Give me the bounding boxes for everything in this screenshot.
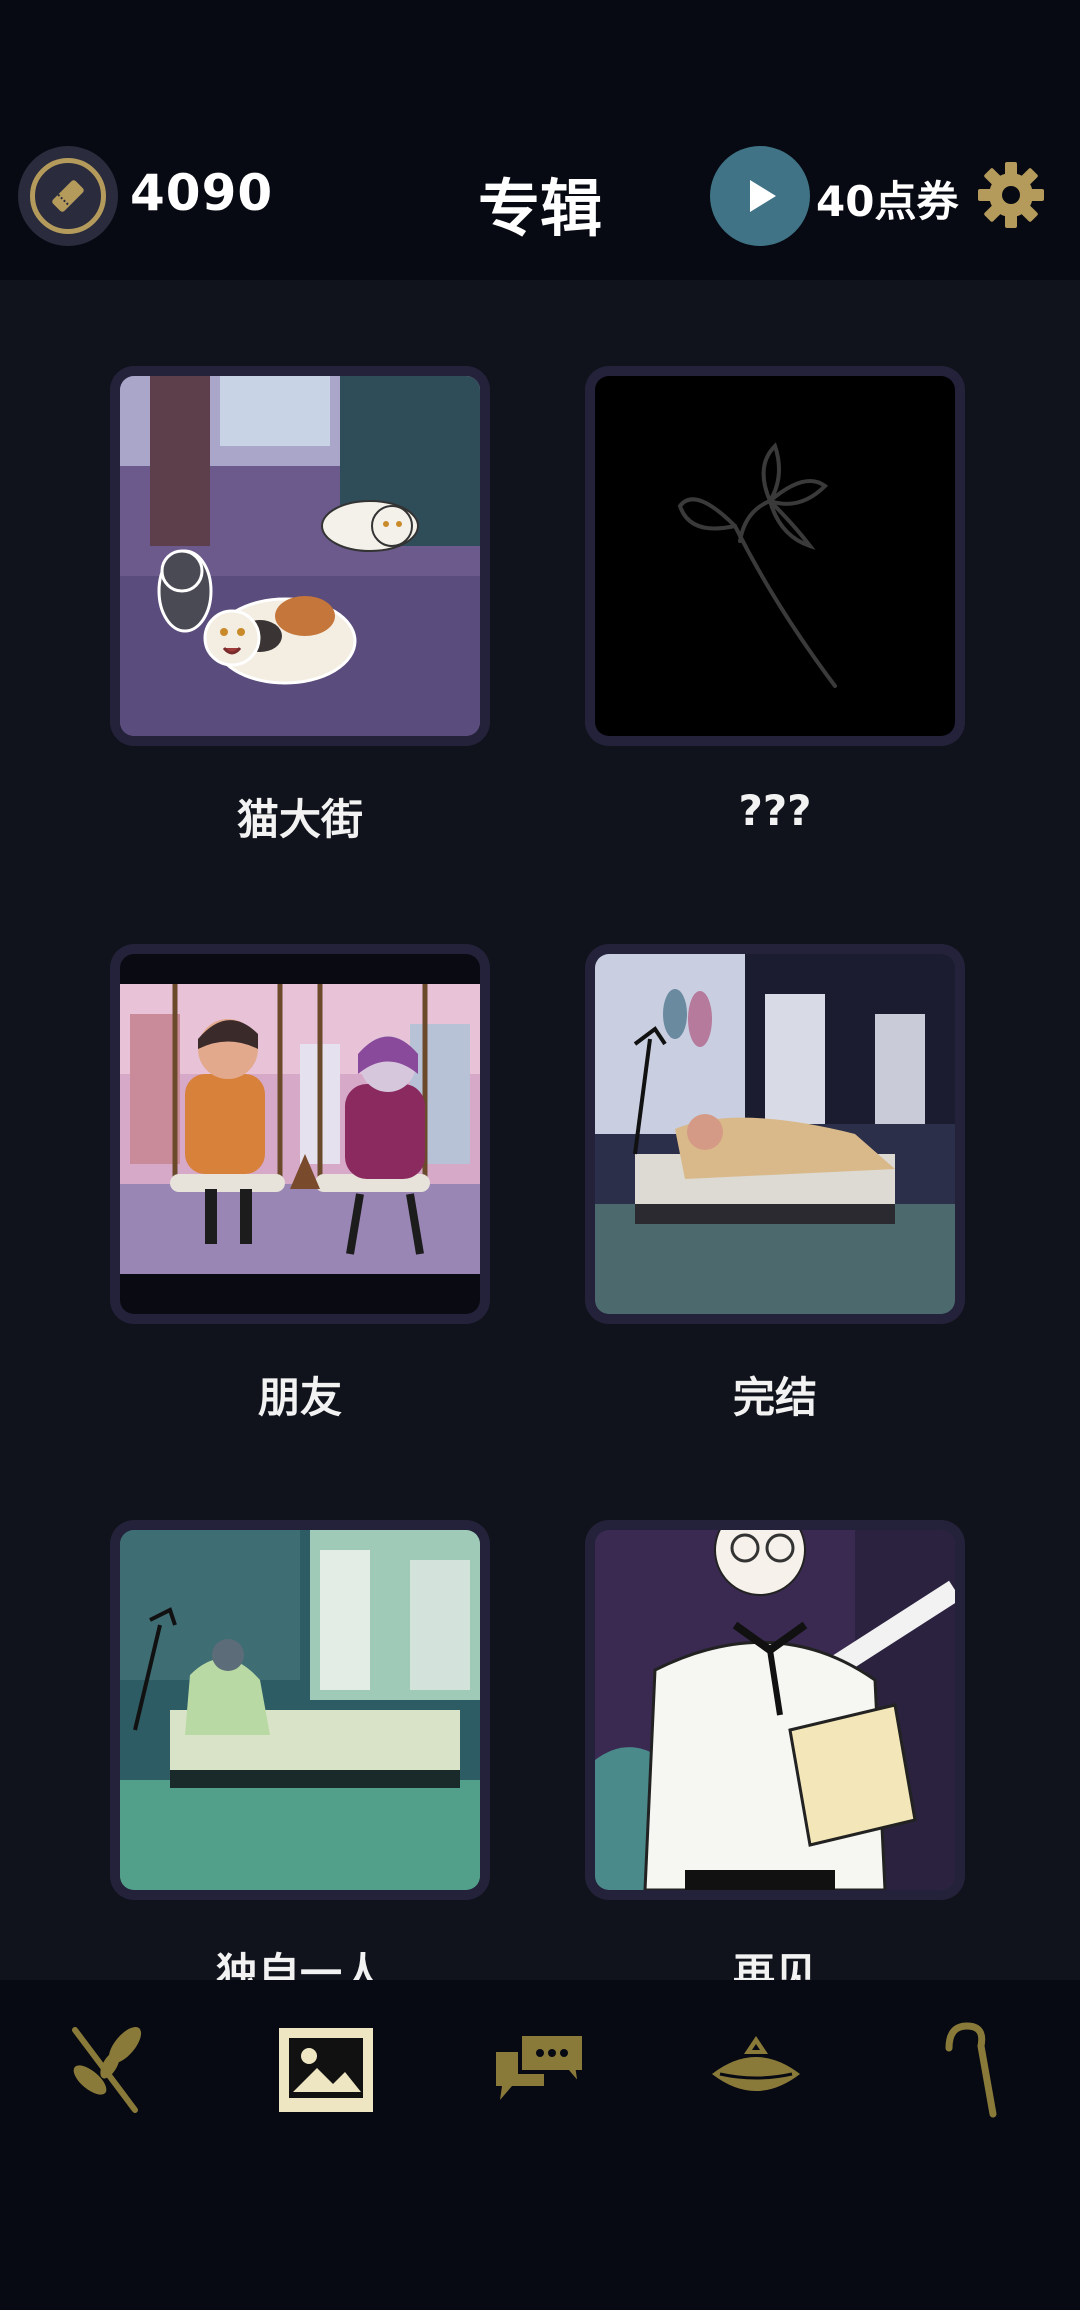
album-label: 猫大街 <box>236 795 363 844</box>
hat-icon <box>712 2036 800 2091</box>
cane-icon <box>945 2022 997 2118</box>
album-label: ??? <box>738 786 812 835</box>
album-card-ending[interactable]: 完结 <box>585 944 965 1425</box>
album-image-icon <box>279 2028 373 2112</box>
play-ad-button[interactable] <box>710 146 810 246</box>
top-bar: 4090 专辑 40点券 <box>0 0 1080 280</box>
album-card-cat-street[interactable]: 猫大街 <box>110 366 490 847</box>
album-label: 完结 <box>732 1373 817 1422</box>
sleeping-in-bed-illustration <box>595 954 955 1314</box>
branch-icon <box>72 2026 142 2113</box>
nav-hat[interactable] <box>706 2020 806 2120</box>
nav-album[interactable] <box>276 2020 376 2120</box>
bottom-nav <box>0 1980 1080 2310</box>
boy-with-book-illustration <box>595 1530 955 1890</box>
alone-in-room-illustration <box>120 1530 480 1890</box>
album-card-friends[interactable]: 朋友 <box>110 944 490 1425</box>
play-icon <box>750 180 776 212</box>
chat-bubbles-icon <box>496 2032 586 2100</box>
cats-street-illustration <box>120 376 480 736</box>
nav-messages[interactable] <box>490 2020 590 2120</box>
album-card-goodbye[interactable]: 再见 <box>585 1520 965 2001</box>
friends-on-swing-illustration <box>120 954 480 1314</box>
locked-flower-silhouette <box>595 376 955 736</box>
album-card-alone[interactable]: 独自一人 <box>110 1520 490 2001</box>
coupon-count: 40点券 <box>816 177 959 226</box>
nav-branch[interactable] <box>60 2020 160 2120</box>
nav-cane[interactable] <box>920 2020 1020 2120</box>
album-card-locked[interactable]: ??? <box>585 366 965 835</box>
gear-icon[interactable] <box>976 160 1046 230</box>
album-label: 朋友 <box>257 1373 342 1422</box>
